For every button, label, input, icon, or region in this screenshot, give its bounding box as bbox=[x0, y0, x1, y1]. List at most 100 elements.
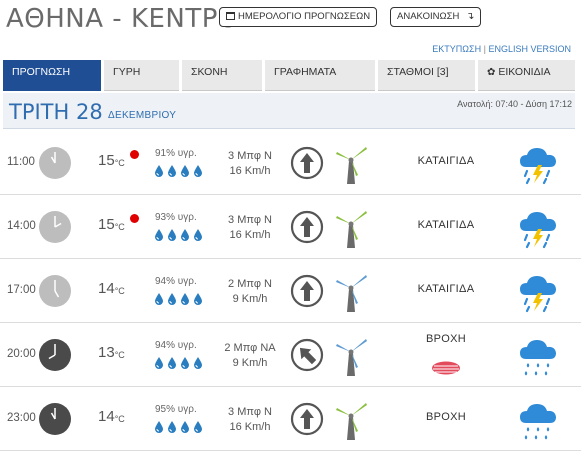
wind-kmh: 9 Km/h bbox=[232, 293, 268, 305]
rain-icon bbox=[516, 399, 562, 441]
row-temperature: 15°C bbox=[98, 216, 125, 233]
row-wind: 2 Μπφ Ν 9 Km/h bbox=[215, 277, 285, 307]
sunrise-sunset: Ανατολή: 07:40 - Δύση 17:12 bbox=[457, 99, 572, 109]
tab-forecast[interactable]: ΠΡΟΓΝΩΣΗ bbox=[3, 60, 101, 91]
tab-pollen[interactable]: ΓΥΡΗ bbox=[104, 60, 179, 91]
row-condition: ΒΡΟΧΗ bbox=[425, 411, 466, 423]
temperature-value: 15 bbox=[98, 152, 115, 169]
row-temperature: 13°C bbox=[98, 344, 125, 361]
row-time: 23:00 bbox=[7, 412, 36, 424]
tab-label: ΓΡΑΦΗΜΑΤΑ bbox=[274, 66, 337, 78]
clock-icon bbox=[38, 146, 72, 180]
row-wind: 3 Μπφ Ν 16 Km/h bbox=[215, 213, 285, 243]
tab-charts[interactable]: ΓΡΑΦΗΜΑΤΑ bbox=[265, 60, 375, 91]
row-condition: ΚΑΤΑΙΓΙΔΑ bbox=[417, 155, 475, 167]
row-temperature: 14°C bbox=[98, 408, 125, 425]
row-humidity: 91% υγρ. bbox=[155, 148, 197, 159]
arrow-down-icon: ↴ bbox=[465, 11, 475, 22]
tab-bar: ΠΡΟΓΝΩΣΗ ΓΥΡΗ ΣΚΟΝΗ ΓΡΑΦΗΜΑΤΑ ΣΤΑΘΜΟΙ [3… bbox=[3, 60, 575, 91]
humidity-drops-icon bbox=[153, 420, 205, 434]
row-time: 11:00 bbox=[7, 156, 35, 168]
calendar-icon bbox=[226, 12, 235, 20]
wind-turbine-icon bbox=[334, 207, 368, 249]
temperature-unit: °C bbox=[114, 286, 125, 296]
row-condition: ΚΑΤΑΙΓΙΔΑ bbox=[417, 283, 475, 295]
tab-label: ΣΚΟΝΗ bbox=[191, 66, 228, 78]
announcement-button[interactable]: ΑΝΑΚΟΙΝΩΣΗ ↴ bbox=[390, 7, 482, 27]
row-humidity: 95% υγρ. bbox=[155, 404, 197, 415]
clock-icon bbox=[38, 338, 72, 372]
row-humidity: 94% υγρ. bbox=[155, 276, 197, 287]
table-row: 17:00 14°C 94% υγρ. 2 Μπφ Ν 9 Km/h ΚΑΤΑΙΓ… bbox=[0, 259, 581, 323]
temperature-value: 15 bbox=[98, 216, 115, 233]
temperature-unit: °C bbox=[114, 414, 125, 424]
thunderstorm-icon bbox=[516, 207, 562, 249]
table-row: 14:00 15°C 93% υγρ. 3 Μπφ Ν 16 Km/h ΚΑΤΑΙ… bbox=[0, 195, 581, 259]
tab-label: ΣΤΑΘΜΟΙ [3] bbox=[387, 66, 449, 78]
table-row: 11:00 15°C 91% υγρ. 3 Μπφ Ν 16 Km/h ΚΑΤΑΙ… bbox=[0, 131, 581, 195]
wind-beaufort: 2 Μπφ ΝΑ bbox=[224, 342, 276, 354]
row-time: 20:00 bbox=[7, 348, 36, 360]
alert-dot-icon bbox=[130, 150, 139, 159]
row-temperature: 15°C bbox=[98, 152, 125, 169]
wind-beaufort: 2 Μπφ Ν bbox=[228, 278, 272, 290]
announcement-button-label: ΑΝΑΚΟΙΝΩΣΗ bbox=[397, 11, 460, 22]
wind-turbine-icon bbox=[334, 143, 368, 185]
humidity-drops-icon bbox=[153, 228, 205, 242]
wind-turbine-icon bbox=[334, 335, 368, 377]
wind-direction-arrow-icon bbox=[290, 210, 324, 244]
row-wind: 3 Μπφ Ν 16 Km/h bbox=[215, 149, 285, 179]
row-wind: 3 Μπφ Ν 16 Km/h bbox=[215, 405, 285, 435]
gear-icon: ✿ bbox=[487, 67, 496, 78]
alert-dot-icon bbox=[130, 214, 139, 223]
wind-turbine-icon bbox=[334, 399, 368, 441]
wind-direction-arrow-icon bbox=[290, 146, 324, 180]
wind-kmh: 16 Km/h bbox=[229, 165, 271, 177]
thunderstorm-icon bbox=[516, 143, 562, 185]
row-time: 14:00 bbox=[7, 220, 36, 232]
temperature-unit: °C bbox=[114, 158, 125, 168]
humidity-drops-icon bbox=[153, 164, 205, 178]
row-condition: ΒΡΟΧΗ bbox=[425, 333, 466, 345]
humidity-drops-icon bbox=[153, 292, 205, 306]
wind-kmh: 16 Km/h bbox=[229, 421, 271, 433]
temperature-unit: °C bbox=[114, 350, 125, 360]
table-row: 23:00 14°C 95% υγρ. 3 Μπφ Ν 16 Km/h ΒΡΟΧΗ bbox=[0, 387, 581, 451]
clock-icon bbox=[38, 210, 72, 244]
wind-direction-arrow-icon bbox=[290, 274, 324, 308]
tab-label: ΓΥΡΗ bbox=[113, 66, 141, 78]
rain-icon bbox=[516, 335, 562, 377]
row-time: 17:00 bbox=[7, 284, 36, 296]
wind-beaufort: 3 Μπφ Ν bbox=[228, 406, 272, 418]
wind-direction-arrow-icon bbox=[290, 402, 324, 436]
english-version-link[interactable]: ENGLISH VERSION bbox=[488, 44, 571, 54]
day-month: ΔΕΚΕΜΒΡΙΟΥ bbox=[108, 110, 177, 121]
row-humidity: 93% υγρ. bbox=[155, 212, 197, 223]
tab-stations[interactable]: ΣΤΑΘΜΟΙ [3] bbox=[378, 60, 475, 91]
row-humidity: 94% υγρ. bbox=[155, 340, 197, 351]
calendar-button[interactable]: ΗΜΕΡΟΛΟΓΙΟ ΠΡΟΓΝΩΣΕΩΝ bbox=[219, 7, 378, 27]
calendar-button-label: ΗΜΕΡΟΛΟΓΙΟ ΠΡΟΓΝΩΣΕΩΝ bbox=[238, 11, 371, 22]
thunderstorm-icon bbox=[516, 271, 562, 313]
wind-turbine-icon bbox=[334, 271, 368, 313]
tab-label: ΠΡΟΓΝΩΣΗ bbox=[12, 66, 71, 78]
day-title: ΤΡΙΤΗ 28 bbox=[9, 100, 103, 124]
clock-icon bbox=[38, 274, 72, 308]
row-condition: ΚΑΤΑΙΓΙΔΑ bbox=[417, 219, 475, 231]
tab-dust[interactable]: ΣΚΟΝΗ bbox=[182, 60, 262, 91]
top-links: ΕΚΤΥΠΩΣΗ | ENGLISH VERSION bbox=[432, 44, 571, 54]
temperature-value: 14 bbox=[98, 408, 115, 425]
row-temperature: 14°C bbox=[98, 280, 125, 297]
link-separator: | bbox=[483, 44, 486, 54]
clock-icon bbox=[38, 402, 72, 436]
page-title: ΑΘΗΝΑ - ΚΕΝΤΡΟ bbox=[6, 4, 239, 34]
tab-label: ΕΙΚΟΝΙΔΙΑ bbox=[498, 66, 551, 78]
print-link[interactable]: ΕΚΤΥΠΩΣΗ bbox=[432, 44, 481, 54]
temperature-value: 13 bbox=[98, 344, 115, 361]
table-row: 20:00 13°C 94% υγρ. 2 Μπφ ΝΑ 9 Km/h ΒΡΟΧΗ bbox=[0, 323, 581, 387]
humidity-drops-icon bbox=[153, 356, 205, 370]
wind-direction-arrow-icon bbox=[290, 338, 324, 372]
temperature-unit: °C bbox=[114, 222, 125, 232]
wind-beaufort: 3 Μπφ Ν bbox=[228, 150, 272, 162]
tab-icons[interactable]: ✿ ΕΙΚΟΝΙΔΙΑ bbox=[478, 60, 575, 91]
